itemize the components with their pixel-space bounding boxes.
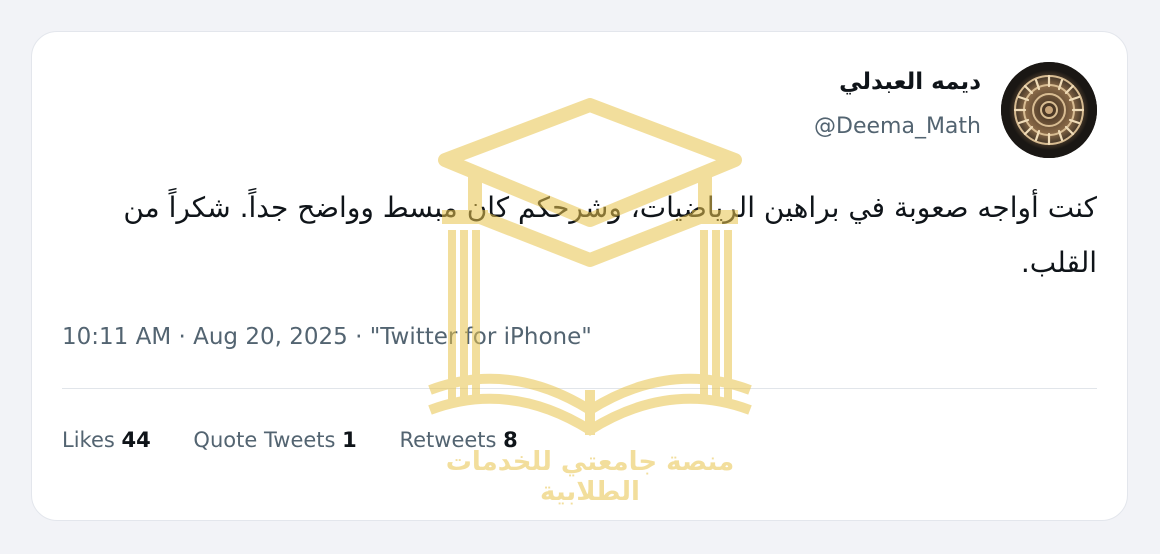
- tweet-source: "Twitter for iPhone": [369, 324, 592, 350]
- likes-label: Likes: [62, 428, 115, 452]
- divider: [62, 388, 1097, 389]
- likes-count: 44: [121, 428, 151, 452]
- display-name[interactable]: ديمه العبدلي: [839, 69, 981, 95]
- quote-tweets-stat[interactable]: Quote Tweets 1: [193, 428, 356, 452]
- ammonite-fossil-icon: [1001, 62, 1097, 158]
- quote-tweets-label: Quote Tweets: [193, 428, 336, 452]
- tweet-meta: 10:11 AM · Aug 20, 2025 · "Twitter for i…: [62, 324, 592, 350]
- likes-stat[interactable]: Likes 44: [62, 428, 151, 452]
- tweet-time[interactable]: 10:11 AM: [62, 324, 171, 350]
- quote-tweets-count: 1: [342, 428, 357, 452]
- watermark-text: منصة جامعتي للخدمات الطلابية: [445, 447, 735, 507]
- avatar[interactable]: [1001, 62, 1097, 158]
- user-handle[interactable]: @Deema_Math: [814, 114, 981, 139]
- tweet-text: كنت أواجه صعوبة في براهين الرياضيات، وشر…: [123, 191, 1097, 279]
- meta-separator: ·: [178, 324, 186, 350]
- meta-separator: ·: [355, 324, 363, 350]
- tweet-date[interactable]: Aug 20, 2025: [193, 324, 348, 350]
